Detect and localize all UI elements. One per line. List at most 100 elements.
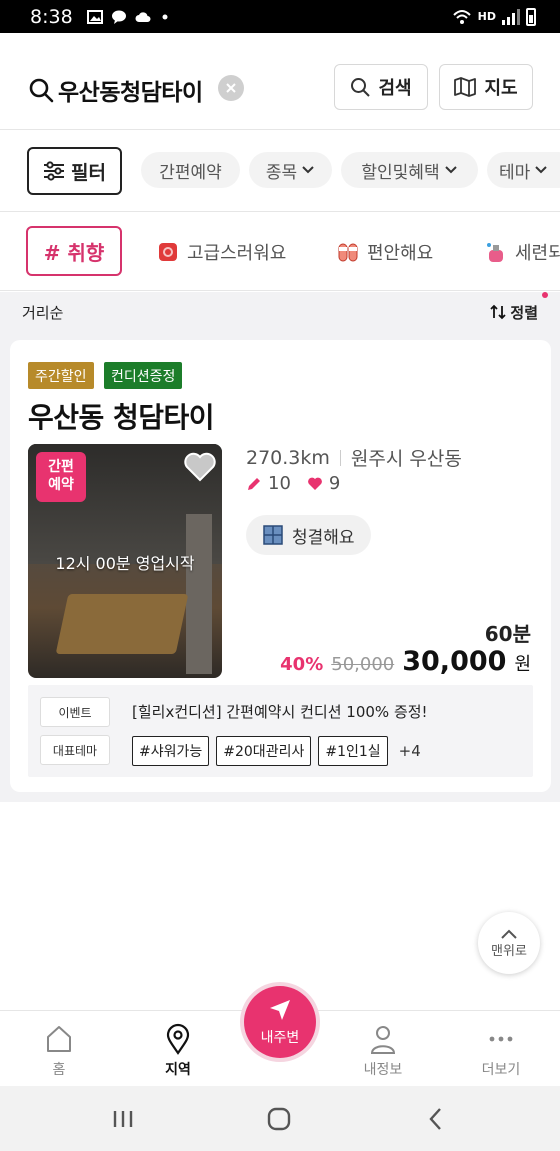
theme-more-count: +4: [398, 742, 421, 760]
chip-label: 테마: [499, 162, 531, 183]
sort-button-label: 정렬: [510, 303, 538, 322]
taste-luxury[interactable]: 고급스러워요: [157, 239, 286, 265]
sort-bar: 거리순 정렬: [0, 291, 560, 332]
theme-tag[interactable]: #샤워가능: [132, 736, 210, 766]
scroll-top-button[interactable]: 맨위로: [478, 912, 540, 974]
clear-search-button[interactable]: [218, 75, 244, 101]
slippers-icon: [338, 243, 358, 262]
theme-tags: #샤워가능 #20대관리사 #1인1실 +4: [132, 736, 421, 766]
result-list: 주간할인 컨디션증정 우산동 청담타이 간편 예약 12시 00분 영업시작 2…: [0, 332, 560, 802]
nearby-button[interactable]: 내주변: [240, 982, 320, 1062]
taste-row: # 취향 고급스러워요 편안해요 세련되: [0, 213, 560, 291]
system-nav-bar: [0, 1086, 560, 1151]
nav-more[interactable]: 더보기: [461, 1023, 541, 1079]
distance-location: 270.3km 원주시 우산동: [246, 444, 462, 471]
search-button-label: 검색: [378, 78, 412, 99]
chevron-down-icon: [444, 166, 457, 174]
perfume-icon: [487, 243, 503, 262]
nav-home[interactable]: 홈: [19, 1023, 99, 1079]
status-right: HD: [452, 7, 536, 26]
nav-label: 지역: [165, 1062, 191, 1078]
notification-dot: [542, 291, 548, 298]
chip-label: 종목: [265, 162, 298, 183]
map-icon: [454, 77, 477, 97]
like-count: 9: [328, 473, 341, 494]
taste-label: 세련되: [515, 243, 560, 264]
nav-my-info[interactable]: 내정보: [343, 1023, 423, 1079]
easy-booking-badge: 간편 예약: [36, 452, 86, 502]
search-icon: [29, 78, 54, 103]
discount-rate: 40%: [280, 654, 324, 675]
location-pin-icon: [166, 1023, 190, 1055]
pencil-icon: [248, 477, 260, 490]
chip-category[interactable]: 종목: [249, 152, 332, 188]
shop-card[interactable]: 주간할인 컨디션증정 우산동 청담타이 간편 예약 12시 00분 영업시작 2…: [10, 340, 551, 792]
chevron-down-icon: [302, 166, 314, 174]
chip-label: 간편예약: [159, 162, 222, 183]
chevron-down-icon: [535, 166, 547, 174]
distance: 270.3km: [246, 446, 330, 469]
divider: [339, 449, 341, 466]
search-query[interactable]: 우산동청담타이: [28, 73, 203, 107]
event-text: [힐리x컨디션] 간편예약시 컨디션 100% 증정!: [132, 703, 428, 721]
taste-stylish[interactable]: 세련되: [485, 239, 560, 265]
shop-stats: 10 9: [246, 473, 340, 494]
map-button[interactable]: 지도: [439, 64, 533, 110]
open-time: 12시 00분 영업시작: [55, 554, 195, 573]
home-button-icon[interactable]: [264, 1104, 294, 1134]
chip-discount[interactable]: 할인및혜택: [341, 152, 478, 188]
taste-label: 편안해요: [367, 243, 434, 264]
theme-tag[interactable]: #1인1실: [318, 736, 388, 766]
cloud-icon: [135, 11, 151, 22]
sort-button[interactable]: 정렬: [490, 291, 548, 323]
signal-icon: [502, 8, 520, 25]
chip-label: 할인및혜택: [361, 162, 440, 183]
condition-gift-tag: 컨디션증정: [104, 362, 183, 389]
badge-line: 간편: [48, 459, 74, 475]
search-button[interactable]: 검색: [334, 64, 428, 110]
luxury-icon: [159, 243, 177, 261]
nav-region[interactable]: 지역: [138, 1023, 218, 1079]
nav-label: 더보기: [481, 1062, 521, 1078]
recent-apps-icon[interactable]: [108, 1104, 138, 1134]
dot-icon: [162, 14, 168, 19]
favorite-heart-icon[interactable]: [184, 452, 216, 482]
filter-row: 필터 간편예약 종목 할인및혜택 테마: [0, 131, 560, 212]
event-box: 이벤트 [힐리x컨디션] 간편예약시 컨디션 100% 증정! 대표테마 #샤워…: [28, 685, 533, 777]
event-label: 이벤트: [40, 697, 110, 727]
amenity-label: 청결해요: [292, 527, 355, 548]
talk-icon: [111, 10, 126, 24]
status-bar: 8:38 HD: [0, 0, 560, 33]
shop-photo[interactable]: 간편 예약 12시 00분 영업시작: [28, 444, 222, 678]
battery-icon: [526, 7, 536, 26]
taste-comfort[interactable]: 편안해요: [337, 239, 433, 265]
back-icon[interactable]: [421, 1104, 451, 1134]
weekly-discount-tag: 주간할인: [28, 362, 94, 389]
filter-button[interactable]: 필터: [27, 147, 122, 195]
chip-easy-booking[interactable]: 간편예약: [141, 152, 240, 188]
theme-tag[interactable]: #20대관리사: [216, 736, 312, 766]
window-icon: [263, 525, 283, 545]
wifi-icon: [452, 9, 471, 24]
shop-name: 우산동 청담타이: [28, 401, 215, 434]
badge-line: 예약: [48, 477, 74, 493]
original-price: 50,000: [331, 654, 395, 675]
taste-button[interactable]: # 취향: [26, 226, 122, 276]
map-button-label: 지도: [484, 78, 518, 99]
chip-theme[interactable]: 테마: [487, 152, 560, 188]
chevron-up-icon: [501, 929, 517, 939]
scroll-top-label: 맨위로: [491, 943, 527, 959]
nearby-button-inner: 내주변: [244, 986, 316, 1058]
search-header: 우산동청담타이 검색 지도: [0, 33, 560, 130]
home-icon: [47, 1026, 71, 1052]
heart-icon: [308, 477, 322, 490]
course-duration: 60분: [484, 622, 531, 646]
price-row: 40% 50,000 30,000 원: [280, 646, 531, 677]
search-icon: [351, 78, 371, 97]
network-label: HD: [477, 10, 496, 23]
photo-door: [186, 514, 212, 674]
nav-label: 홈: [52, 1062, 66, 1078]
gallery-icon: [86, 9, 103, 24]
navigation-arrow-icon: [270, 1000, 290, 1020]
amenity-chip: 청결해요: [246, 515, 371, 555]
